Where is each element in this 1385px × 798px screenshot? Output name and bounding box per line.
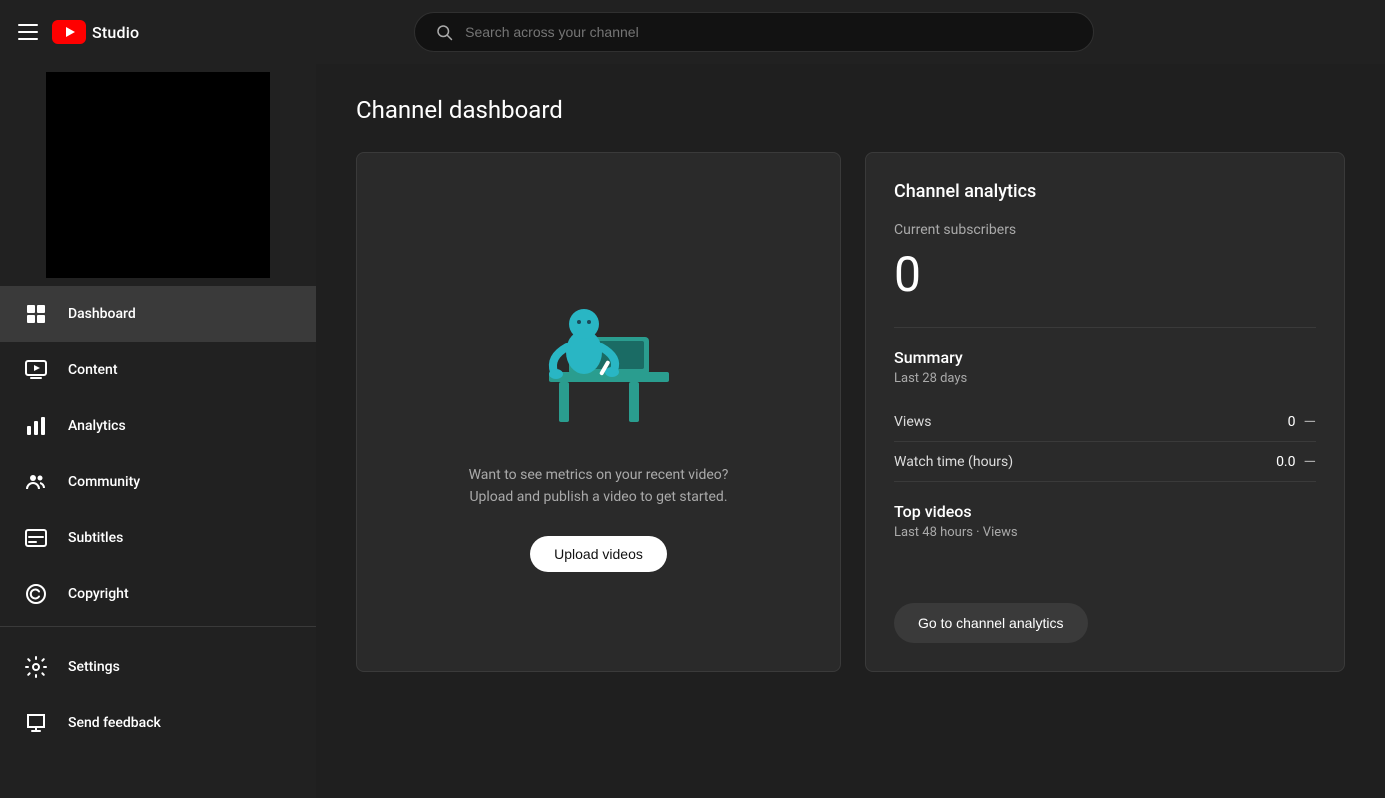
studio-label: Studio — [92, 23, 139, 42]
analytics-card: Channel analytics Current subscribers 0 … — [865, 152, 1345, 672]
views-number: 0 — [1288, 414, 1296, 430]
content-icon — [24, 358, 48, 382]
sidebar-item-dashboard-label: Dashboard — [68, 306, 136, 322]
dashboard-grid: Want to see metrics on your recent video… — [356, 152, 1345, 672]
watch-time-number: 0.0 — [1276, 454, 1295, 470]
sidebar-item-subtitles[interactable]: Subtitles — [0, 510, 316, 566]
sidebar-item-dashboard[interactable]: Dashboard — [0, 286, 316, 342]
sidebar-item-subtitles-label: Subtitles — [68, 530, 123, 546]
subscribers-label: Current subscribers — [894, 222, 1316, 238]
go-to-channel-analytics-button[interactable]: Go to channel analytics — [894, 603, 1088, 643]
video-card-message: Want to see metrics on your recent video… — [469, 464, 729, 509]
summary-period: Last 28 days — [894, 371, 1316, 386]
watch-time-change: — — [1304, 452, 1317, 471]
sidebar-item-analytics-label: Analytics — [68, 418, 126, 434]
settings-icon — [24, 655, 48, 679]
analytics-card-title: Channel analytics — [894, 181, 1316, 202]
sidebar-item-content[interactable]: Content — [0, 342, 316, 398]
search-bar[interactable] — [414, 12, 1094, 52]
top-videos-period: Last 48 hours · Views — [894, 525, 1316, 540]
sidebar-item-copyright-label: Copyright — [68, 586, 129, 602]
sidebar-item-content-label: Content — [68, 362, 118, 378]
sidebar-item-copyright[interactable]: Copyright — [0, 566, 316, 622]
sidebar-item-settings-label: Settings — [68, 659, 120, 675]
feedback-icon — [24, 711, 48, 735]
illustration — [489, 252, 709, 432]
logo-link[interactable]: Studio — [52, 20, 139, 44]
sidebar-item-analytics[interactable]: Analytics — [0, 398, 316, 454]
copyright-icon — [24, 582, 48, 606]
views-change: — — [1304, 412, 1317, 431]
summary-title: Summary — [894, 348, 1316, 367]
sidebar-item-send-feedback[interactable]: Send feedback — [0, 695, 316, 751]
menu-toggle-button[interactable] — [16, 20, 40, 44]
summary-row-views: Views 0 — — [894, 402, 1316, 442]
page-title: Channel dashboard — [356, 96, 1345, 124]
upload-videos-button[interactable]: Upload videos — [530, 536, 667, 572]
youtube-logo-icon — [52, 20, 86, 44]
sidebar-item-send-feedback-label: Send feedback — [68, 715, 161, 731]
search-icon — [435, 23, 453, 41]
sidebar-item-settings[interactable]: Settings — [0, 639, 316, 695]
sidebar-bottom: Settings Send feedback — [0, 631, 316, 767]
subtitles-icon — [24, 526, 48, 550]
content-area: Channel dashboard — [316, 64, 1385, 798]
sidebar-item-community-label: Community — [68, 474, 140, 490]
sidebar-nav: Dashboard Content — [0, 282, 316, 798]
analytics-icon — [24, 414, 48, 438]
summary-row-watch-time: Watch time (hours) 0.0 — — [894, 442, 1316, 482]
main-layout: Dashboard Content — [0, 64, 1385, 798]
sidebar-item-community[interactable]: Community — [0, 454, 316, 510]
search-input[interactable] — [465, 24, 1073, 40]
video-metrics-card: Want to see metrics on your recent video… — [356, 152, 841, 672]
divider-1 — [894, 327, 1316, 328]
channel-avatar — [46, 72, 270, 278]
views-value: 0 — — [1288, 412, 1316, 431]
subscribers-count: 0 — [894, 246, 1316, 303]
dashboard-icon — [24, 302, 48, 326]
topbar: Studio — [0, 0, 1385, 64]
top-videos-title: Top videos — [894, 502, 1316, 521]
sidebar: Dashboard Content — [0, 64, 316, 798]
views-label: Views — [894, 414, 932, 430]
watch-time-value: 0.0 — — [1276, 452, 1316, 471]
community-icon — [24, 470, 48, 494]
watch-time-label: Watch time (hours) — [894, 454, 1013, 470]
sidebar-divider — [0, 626, 316, 627]
